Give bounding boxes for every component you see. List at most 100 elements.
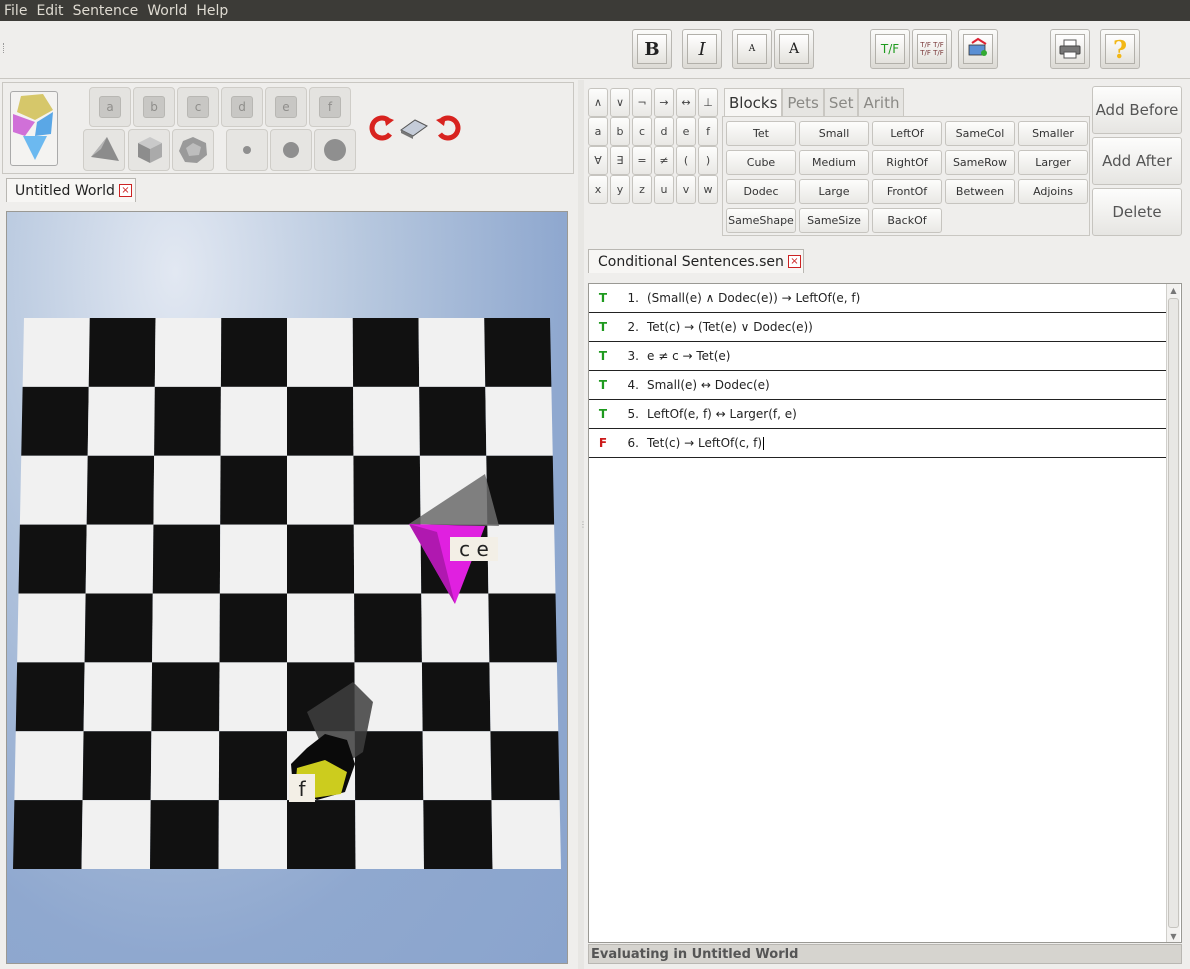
sentence-editor[interactable]: T 1. (Small(e) ∧ Dodec(e)) → LeftOf(e, f) T… bbox=[588, 283, 1182, 943]
board-square[interactable] bbox=[154, 386, 221, 456]
board-square[interactable] bbox=[219, 662, 287, 732]
menu-help[interactable]: Help bbox=[196, 3, 228, 19]
predicate-button-medium[interactable]: Medium bbox=[799, 150, 869, 175]
scroll-thumb[interactable] bbox=[1168, 298, 1179, 928]
symbol-key[interactable]: u bbox=[654, 175, 674, 204]
symbol-key[interactable]: a bbox=[588, 117, 608, 146]
predicate-button-tet[interactable]: Tet bbox=[726, 121, 796, 146]
board-square[interactable] bbox=[86, 455, 155, 525]
board-square[interactable] bbox=[88, 318, 156, 387]
board-square[interactable] bbox=[354, 731, 424, 801]
board-square[interactable] bbox=[287, 318, 354, 387]
verify-sentence-button[interactable]: T/F bbox=[870, 29, 910, 69]
board-square[interactable] bbox=[220, 318, 287, 387]
font-larger-button[interactable]: A bbox=[774, 29, 814, 69]
predicate-button-adjoins[interactable]: Adjoins bbox=[1018, 179, 1088, 204]
cube-shape-button[interactable] bbox=[128, 129, 170, 171]
tab-pets[interactable]: Pets bbox=[782, 88, 824, 116]
board-square[interactable] bbox=[353, 386, 420, 456]
board-square[interactable] bbox=[81, 800, 151, 869]
symbol-key[interactable]: ¬ bbox=[632, 88, 652, 117]
name-button-b[interactable]: b bbox=[133, 87, 175, 127]
board-square[interactable] bbox=[354, 593, 422, 663]
symbol-key[interactable]: c bbox=[632, 117, 652, 146]
close-world-tab-icon[interactable]: × bbox=[118, 184, 132, 197]
predicate-button-samesize[interactable]: SameSize bbox=[799, 208, 869, 233]
board-square[interactable] bbox=[219, 593, 287, 663]
predicate-button-smaller[interactable]: Smaller bbox=[1018, 121, 1088, 146]
board-square[interactable] bbox=[17, 593, 86, 663]
board-square[interactable] bbox=[421, 593, 490, 663]
vertical-scrollbar[interactable]: ▲ ▼ bbox=[1166, 284, 1180, 942]
symbol-key[interactable]: x bbox=[588, 175, 608, 204]
predicate-button-cube[interactable]: Cube bbox=[726, 150, 796, 175]
predicate-button-rightof[interactable]: RightOf bbox=[872, 150, 942, 175]
board-square[interactable] bbox=[14, 731, 84, 801]
name-button-e[interactable]: e bbox=[265, 87, 307, 127]
board-square[interactable] bbox=[486, 455, 555, 525]
sentence-row[interactable]: F 6. Tet(c) → LeftOf(c, f) bbox=[589, 429, 1166, 458]
board-square[interactable] bbox=[82, 731, 152, 801]
sentence-text[interactable]: (Small(e) ∧ Dodec(e)) → LeftOf(e, f) bbox=[647, 291, 1166, 305]
verify-all-button[interactable]: T/F T/F T/F T/F bbox=[912, 29, 952, 69]
toolbar-grip[interactable] bbox=[3, 43, 6, 53]
sentence-row[interactable]: T 4. Small(e) ↔ Dodec(e) bbox=[589, 371, 1166, 400]
help-button[interactable]: ? bbox=[1100, 29, 1140, 69]
tab-blocks[interactable]: Blocks bbox=[724, 88, 783, 116]
board-square[interactable] bbox=[218, 731, 287, 801]
board-square[interactable] bbox=[422, 731, 492, 801]
board-square[interactable] bbox=[491, 800, 561, 869]
sentence-file-tab[interactable]: Conditional Sentences.sen × bbox=[588, 249, 804, 273]
board-square[interactable] bbox=[490, 731, 560, 801]
board-square[interactable] bbox=[154, 318, 222, 387]
board-square[interactable] bbox=[15, 662, 85, 732]
board-square[interactable] bbox=[287, 524, 355, 594]
board-square[interactable] bbox=[355, 800, 424, 869]
tab-arith[interactable]: Arith bbox=[858, 88, 905, 116]
symbol-key[interactable]: ( bbox=[676, 146, 696, 175]
large-size-button[interactable] bbox=[314, 129, 356, 171]
board-square[interactable] bbox=[13, 800, 83, 869]
logo-button[interactable] bbox=[10, 91, 58, 166]
board-square[interactable] bbox=[85, 524, 154, 594]
board-square[interactable] bbox=[219, 524, 287, 594]
board-square[interactable] bbox=[489, 662, 559, 732]
view-2d-button[interactable] bbox=[399, 113, 429, 143]
predicate-button-larger[interactable]: Larger bbox=[1018, 150, 1088, 175]
board-square[interactable] bbox=[419, 386, 487, 456]
board-square[interactable] bbox=[421, 662, 491, 732]
symbol-key[interactable]: e bbox=[676, 117, 696, 146]
predicate-button-dodec[interactable]: Dodec bbox=[726, 179, 796, 204]
scroll-up-icon[interactable]: ▲ bbox=[1167, 284, 1180, 296]
predicate-button-large[interactable]: Large bbox=[799, 179, 869, 204]
board-square[interactable] bbox=[352, 318, 420, 387]
symbol-key[interactable]: y bbox=[610, 175, 630, 204]
board-square[interactable] bbox=[484, 318, 552, 387]
board-square[interactable] bbox=[287, 455, 354, 525]
name-button-d[interactable]: d bbox=[221, 87, 263, 127]
board-square[interactable] bbox=[220, 386, 287, 456]
symbol-key[interactable]: ∨ bbox=[610, 88, 630, 117]
sentence-text[interactable]: Tet(c) → LeftOf(c, f) bbox=[647, 436, 1166, 450]
font-smaller-button[interactable]: A bbox=[732, 29, 772, 69]
board-square[interactable] bbox=[87, 386, 155, 456]
world-3d-view[interactable]: c e f bbox=[6, 211, 568, 964]
board-square[interactable] bbox=[22, 318, 90, 387]
symbol-key[interactable]: w bbox=[698, 175, 718, 204]
board-square[interactable] bbox=[287, 593, 355, 663]
predicate-button-small[interactable]: Small bbox=[799, 121, 869, 146]
predicate-button-between[interactable]: Between bbox=[945, 179, 1015, 204]
rotate-left-button[interactable] bbox=[367, 113, 397, 143]
predicate-button-backof[interactable]: BackOf bbox=[872, 208, 942, 233]
predicate-button-sameshape[interactable]: SameShape bbox=[726, 208, 796, 233]
board-square[interactable] bbox=[423, 800, 493, 869]
symbol-key[interactable]: ∀ bbox=[588, 146, 608, 175]
scroll-down-icon[interactable]: ▼ bbox=[1167, 930, 1180, 942]
add-after-button[interactable]: Add After bbox=[1092, 137, 1182, 185]
name-button-f[interactable]: f bbox=[309, 87, 351, 127]
name-button-c[interactable]: c bbox=[177, 87, 219, 127]
board-square[interactable] bbox=[150, 731, 220, 801]
add-before-button[interactable]: Add Before bbox=[1092, 86, 1182, 134]
board-square[interactable] bbox=[18, 524, 87, 594]
symbol-key[interactable]: z bbox=[632, 175, 652, 204]
